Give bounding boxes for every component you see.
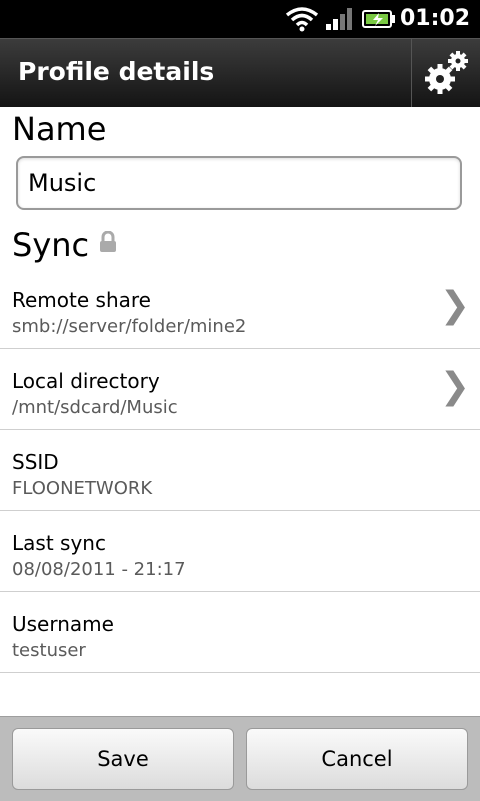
username-label: Username [12, 612, 114, 636]
ssid-row: SSID FLOONETWORK [0, 430, 480, 511]
chevron-right-icon: ❯ [439, 285, 470, 326]
settings-button[interactable] [412, 39, 480, 107]
sync-header-label: Sync [12, 226, 90, 264]
remote-share-row[interactable]: Remote share smb://server/folder/mine2 ❯ [0, 268, 480, 349]
chevron-right-icon: ❯ [439, 366, 470, 407]
local-directory-label: Local directory [12, 369, 160, 393]
signal-icon [326, 8, 352, 30]
sync-section-header: Sync [0, 226, 117, 264]
ssid-label: SSID [12, 450, 59, 474]
battery-charging-icon [362, 10, 395, 28]
save-button[interactable]: Save [12, 728, 234, 790]
wifi-icon [285, 7, 319, 32]
name-input[interactable] [16, 156, 462, 210]
button-bar: Save Cancel [0, 716, 480, 801]
lock-icon [100, 231, 117, 252]
local-directory-value: /mnt/sdcard/Music [12, 397, 178, 418]
last-sync-label: Last sync [12, 531, 106, 555]
page-title: Profile details [18, 57, 215, 86]
remote-share-label: Remote share [12, 288, 151, 312]
last-sync-value: 08/08/2011 - 21:17 [12, 559, 186, 580]
status-time: 01:02 [399, 6, 470, 31]
username-row: Username testuser [0, 592, 480, 673]
remote-share-value: smb://server/folder/mine2 [12, 316, 247, 337]
name-section-header: Name [12, 110, 107, 148]
status-bar: 01:02 [0, 0, 480, 38]
last-sync-row: Last sync 08/08/2011 - 21:17 [0, 511, 480, 592]
local-directory-row[interactable]: Local directory /mnt/sdcard/Music ❯ [0, 349, 480, 430]
cancel-button[interactable]: Cancel [246, 728, 468, 790]
username-value: testuser [12, 640, 86, 661]
gears-icon [425, 51, 468, 94]
title-bar: Profile details [0, 38, 480, 107]
sync-settings-list: Remote share smb://server/folder/mine2 ❯… [0, 268, 480, 673]
ssid-value: FLOONETWORK [12, 478, 153, 499]
